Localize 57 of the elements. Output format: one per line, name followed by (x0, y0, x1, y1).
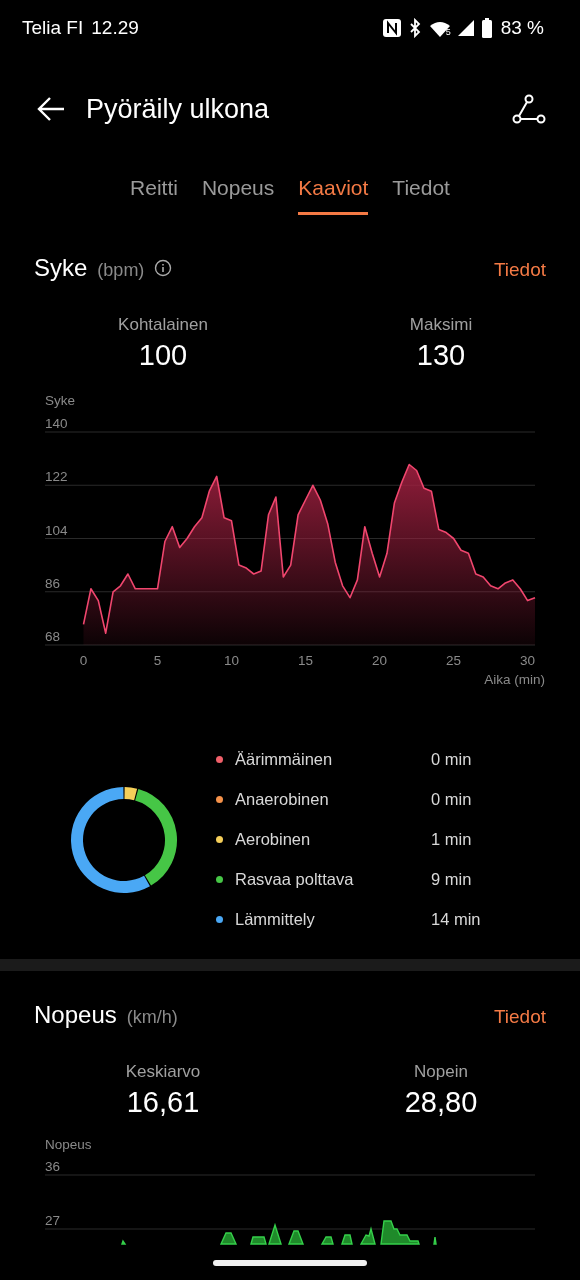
stat-label: Kohtalainen (118, 315, 208, 335)
unit-label: (km/h) (126, 1007, 178, 1028)
axis-tick-label: 104 (45, 522, 68, 538)
stat-label: Nopein (414, 1062, 468, 1082)
axis-title: Nopeus (45, 1137, 92, 1152)
axis-tick-label: 27 (45, 1213, 61, 1228)
stat-value: 28,80 (404, 1086, 478, 1119)
tab[interactable]: Reitti (130, 171, 178, 215)
details-link[interactable]: Tiedot (493, 259, 546, 281)
stat-value: 16,61 (126, 1086, 200, 1119)
zone-name: Aerobinen (235, 830, 312, 849)
section-title: Nopeus (34, 1001, 117, 1029)
axis-title: Aika (min) (484, 672, 545, 687)
info-icon[interactable] (154, 259, 173, 277)
axis-tick-label: 20 (372, 653, 388, 668)
tab[interactable]: Nopeus (201, 171, 275, 215)
battery-level: 83 % (500, 17, 544, 39)
axis-tick-label: 68 (45, 629, 61, 644)
battery-icon (480, 18, 493, 38)
stat-label: Keskiarvo (125, 1062, 201, 1082)
nfc-icon (381, 18, 402, 38)
stat-value: 130 (416, 339, 466, 372)
tab[interactable]: Kaaviot (298, 171, 369, 215)
axis-tick-label: 86 (45, 575, 61, 591)
zone-name: Äärimmäinen (235, 750, 334, 769)
zone-duration: 14 min (431, 910, 481, 929)
axis-tick-label: 15 (298, 653, 314, 668)
tab[interactable]: Tiedot (392, 171, 450, 215)
zone-name: Rasvaa polttava (235, 870, 355, 889)
signal-icon (456, 19, 475, 37)
axis-tick-label: 10 (224, 653, 240, 668)
page-title: Pyöräily ulkona (86, 93, 270, 125)
zone-duration: 0 min (431, 750, 472, 769)
axis-tick-label: 122 (45, 469, 68, 485)
details-link[interactable]: Tiedot (493, 1006, 546, 1028)
clock: 12.29 (91, 17, 139, 39)
zone-duration: 0 min (431, 790, 472, 809)
axis-tick-label: 140 (45, 416, 68, 431)
carrier-name: Telia FI (22, 17, 84, 39)
axis-tick-label: 0 (79, 653, 88, 668)
zone-name: Anaerobinen (235, 790, 330, 809)
axis-tick-label: 5 (153, 653, 162, 668)
axis-tick-label: 36 (45, 1159, 61, 1174)
zone-duration: 9 min (431, 870, 472, 889)
unit-label: (bpm) (97, 260, 145, 281)
zone-duration: 1 min (431, 830, 472, 849)
back-icon[interactable] (36, 96, 66, 122)
axis-tick-label: 25 (446, 653, 462, 668)
axis-tick-label: 30 (520, 653, 536, 668)
axis-title: Syke (45, 393, 75, 408)
stat-label: Maksimi (409, 315, 473, 335)
section-title: Syke (34, 254, 88, 282)
network-type-label: 5 (445, 27, 451, 37)
zone-name: Lämmittely (235, 910, 316, 929)
bluetooth-icon (407, 18, 422, 38)
stat-value: 100 (138, 339, 188, 372)
route-icon[interactable] (512, 94, 546, 124)
